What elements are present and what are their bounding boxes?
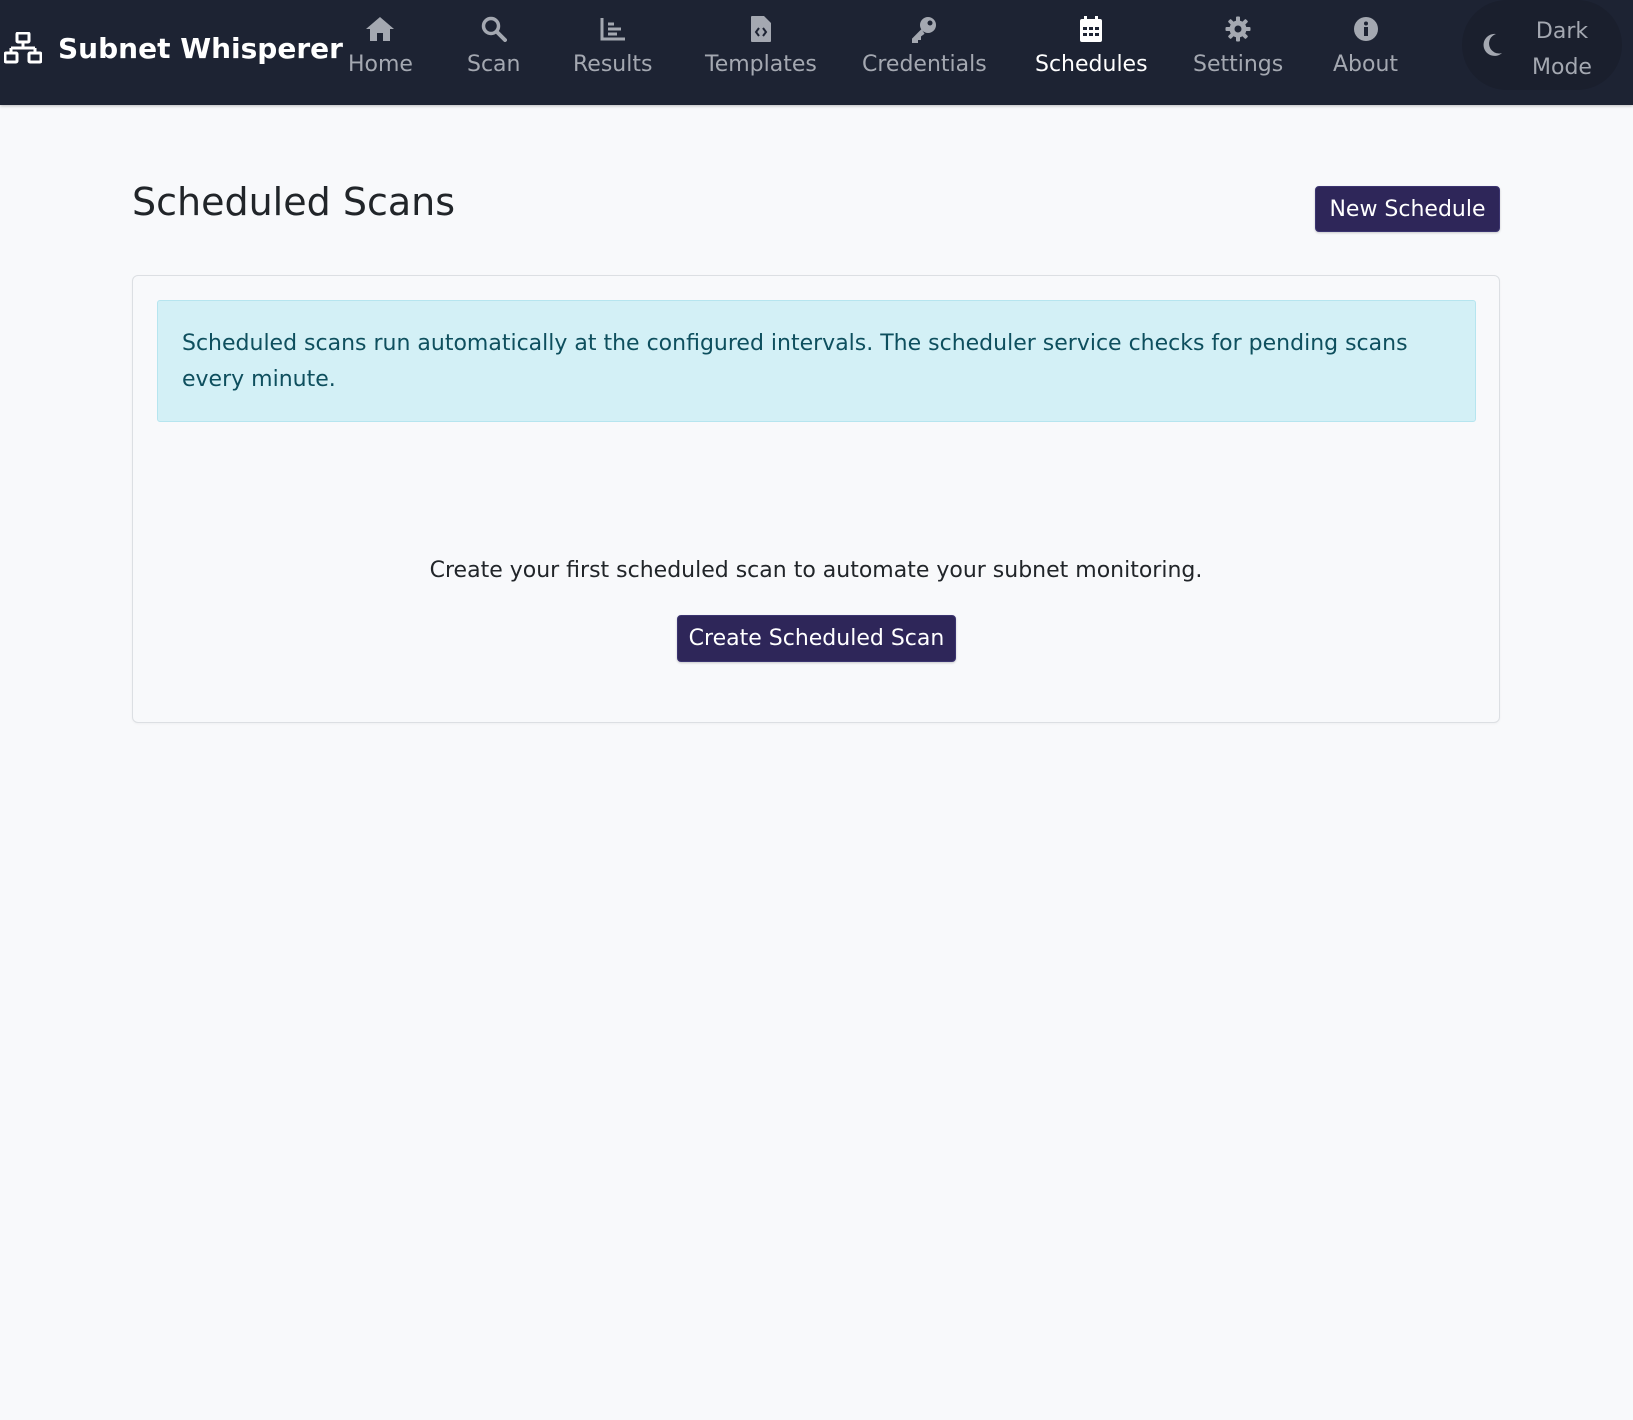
empty-state-text: Create your first scheduled scan to auto… [429, 558, 1203, 583]
dark-mode-label: Dark Mode [1522, 14, 1602, 86]
schedules-card: Scheduled scans run automatically at the… [132, 275, 1500, 723]
nav-schedules-label: Schedules [1035, 52, 1148, 77]
nav-settings[interactable]: Settings [1193, 10, 1283, 90]
network-icon [4, 32, 42, 64]
home-icon [365, 14, 395, 44]
nav-templates[interactable]: Templates [705, 10, 817, 90]
create-scheduled-scan-button[interactable]: Create Scheduled Scan [677, 615, 956, 662]
brand-name: Subnet Whisperer [58, 31, 343, 65]
nav-about[interactable]: About [1333, 10, 1398, 90]
key-icon [910, 14, 938, 44]
page-title: Scheduled Scans [132, 180, 455, 224]
dark-mode-label-line2: Mode [1532, 55, 1592, 80]
nav-settings-label: Settings [1193, 52, 1284, 77]
chart-icon [600, 14, 626, 44]
nav-about-label: About [1333, 52, 1399, 77]
dark-mode-toggle[interactable]: Dark Mode [1462, 0, 1622, 90]
new-schedule-button[interactable]: New Schedule [1315, 186, 1500, 232]
dark-mode-label-line1: Dark [1535, 19, 1589, 44]
nav-templates-label: Templates [705, 52, 817, 77]
nav-home-label: Home [348, 52, 413, 77]
top-navbar: Subnet Whisperer Home Scan Results Templ… [0, 0, 1633, 105]
info-icon [1353, 14, 1379, 44]
nav-credentials-label: Credentials [862, 52, 987, 77]
brand[interactable]: Subnet Whisperer [4, 28, 343, 68]
nav-home[interactable]: Home [348, 10, 413, 90]
search-icon [481, 14, 507, 44]
nav-scan[interactable]: Scan [467, 10, 521, 90]
gear-icon [1225, 14, 1251, 44]
nav-results[interactable]: Results [573, 10, 652, 90]
info-alert: Scheduled scans run automatically at the… [157, 300, 1476, 422]
calendar-icon [1079, 14, 1103, 44]
nav-schedules[interactable]: Schedules [1035, 10, 1148, 90]
nav-credentials[interactable]: Credentials [862, 10, 987, 90]
file-code-icon [750, 14, 772, 44]
nav-scan-label: Scan [467, 52, 521, 77]
nav-results-label: Results [573, 52, 653, 77]
moon-icon [1480, 32, 1504, 62]
